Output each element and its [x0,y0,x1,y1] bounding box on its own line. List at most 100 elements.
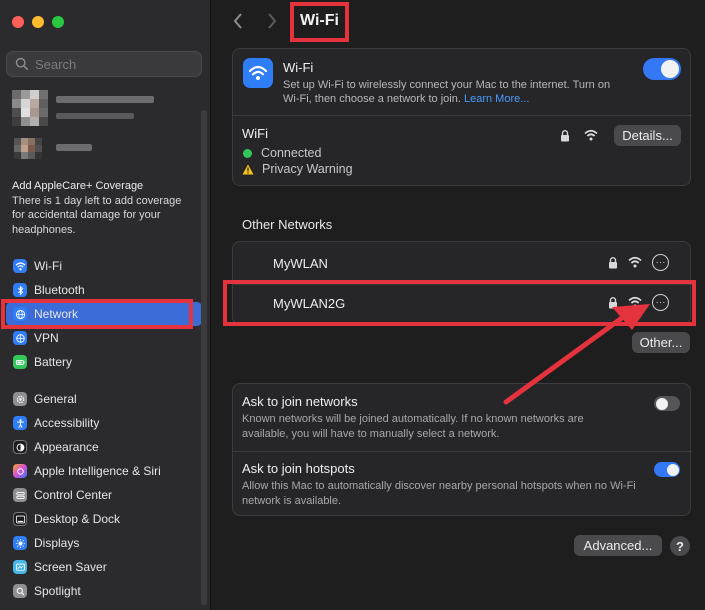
help-button[interactable]: ? [670,536,690,556]
wifi-icon [13,259,27,273]
family-avatar[interactable] [14,138,42,159]
sidebar-item-label: Wi-Fi [34,259,62,273]
ask-networks-title: Ask to join networks [242,394,358,409]
zoom-window-button[interactable] [52,16,64,28]
sidebar-item-control-center[interactable]: Control Center [6,483,202,507]
sidebar-item-appearance[interactable]: Appearance [6,435,202,459]
battery-icon [13,355,27,369]
dock-icon [13,512,27,526]
toggle-knob [655,397,668,410]
sidebar-item-label: Battery [34,355,73,369]
wifi-toggle[interactable] [643,58,681,80]
vpn-icon [13,331,27,345]
sidebar-item-label: Desktop & Dock [34,512,121,526]
window-controls [12,16,64,28]
appearance-icon [13,440,27,454]
bluetooth-icon [13,283,27,297]
search-input[interactable] [35,56,195,72]
main-pane: Wi-Fi Wi-Fi Set up Wi-Fi to wirelessly c… [212,0,705,610]
divider [233,115,692,116]
sidebar-item-label: Control Center [34,488,113,502]
sidebar-item-vpn[interactable]: VPN [6,326,202,350]
history-nav [232,12,278,36]
connected-dot-icon [243,148,252,158]
sidebar-item-label: Apple Intelligence & Siri [34,464,161,478]
spotlight-icon [13,584,27,598]
wifi-description-text: Set up Wi-Fi to wirelessly connect your … [283,79,611,105]
annotation-box-network [1,299,193,329]
chevron-left-icon [233,13,242,29]
sidebar-item-label: Appearance [34,440,99,454]
sidebar: Add AppleCare+ Coverage There is 1 day l… [0,0,211,610]
toggle-knob [666,463,679,476]
sidebar-item-label: VPN [34,331,59,345]
sidebar-item-label: Screen Saver [34,560,107,574]
wifi-title: Wi-Fi [283,60,314,75]
sidebar-scrollbar[interactable] [201,110,207,605]
connection-status: Connected [243,146,321,160]
lock-icon [606,256,620,273]
search-icon [15,57,29,71]
forward-button[interactable] [266,12,278,36]
annotation-box-network-row [223,280,696,326]
close-window-button[interactable] [12,16,24,28]
connection-status-text: Connected [261,146,322,160]
search-box[interactable] [6,51,202,77]
details-button[interactable]: Details... [614,125,681,146]
network-row-mywlan[interactable]: MyWLAN ··· [233,242,692,284]
divider [233,451,692,452]
current-network-name: WiFi [242,126,268,141]
privacy-warning: Privacy Warning [242,162,353,176]
privacy-warning-text: Privacy Warning [262,162,353,176]
lock-icon [558,129,572,146]
sidebar-item-general[interactable]: General [6,387,202,411]
account-avatar[interactable] [12,90,48,126]
sidebar-item-wifi[interactable]: Wi-Fi [6,254,202,278]
chevron-right-icon [268,13,277,29]
advanced-button[interactable]: Advanced... [574,535,662,556]
wifi-signal-icon [584,128,598,145]
back-button[interactable] [232,12,244,36]
wifi-description: Set up Wi-Fi to wirelessly connect your … [283,78,628,106]
ask-hotspots-toggle[interactable] [654,462,680,477]
sidebar-item-label: Accessibility [34,416,100,430]
applecare-body: There is 1 day left to add coverage for … [12,194,182,236]
ask-networks-toggle[interactable] [654,396,680,411]
account-name-redacted [56,96,154,103]
wifi-signal-icon [628,255,642,272]
minimize-window-button[interactable] [32,16,44,28]
sidebar-item-label: Bluetooth [34,283,85,297]
sidebar-item-apple-intelligence[interactable]: Apple Intelligence & Siri [6,459,202,483]
sidebar-item-spotlight[interactable]: Spotlight [6,579,202,603]
wifi-icon [243,58,273,88]
sidebar-item-battery[interactable]: Battery [6,350,202,374]
sidebar-item-screen-saver[interactable]: Screen Saver [6,555,202,579]
ask-hotspots-description: Allow this Mac to automatically discover… [242,480,636,507]
sidebar-item-label: General [34,392,77,406]
siri-icon [13,464,27,478]
applecare-promo[interactable]: Add AppleCare+ Coverage There is 1 day l… [12,179,192,237]
family-name-redacted [56,144,92,151]
accessibility-icon [13,416,27,430]
ask-networks-description: Known networks will be joined automatica… [242,413,584,440]
applecare-title: Add AppleCare+ Coverage [12,180,144,192]
more-options-icon[interactable]: ··· [652,254,669,271]
warning-icon [242,164,254,174]
learn-more-link[interactable]: Learn More... [464,93,529,105]
wifi-panel: Wi-Fi Set up Wi-Fi to wirelessly connect… [232,48,692,186]
sidebar-group-system: General Accessibility Appearance Apple I… [6,387,202,603]
network-name: MyWLAN [273,256,328,271]
other-network-button[interactable]: Other... [632,332,690,353]
screen-saver-icon [13,560,27,574]
other-networks-heading: Other Networks [242,217,333,232]
sidebar-item-desktop-dock[interactable]: Desktop & Dock [6,507,202,531]
sidebar-item-label: Displays [34,536,80,550]
gear-icon [13,392,27,406]
ask-hotspots-title: Ask to join hotspots [242,461,355,476]
control-center-icon [13,488,27,502]
sidebar-item-label: Spotlight [34,584,81,598]
displays-icon [13,536,27,550]
toggle-knob [661,60,679,78]
sidebar-item-displays[interactable]: Displays [6,531,202,555]
sidebar-item-accessibility[interactable]: Accessibility [6,411,202,435]
